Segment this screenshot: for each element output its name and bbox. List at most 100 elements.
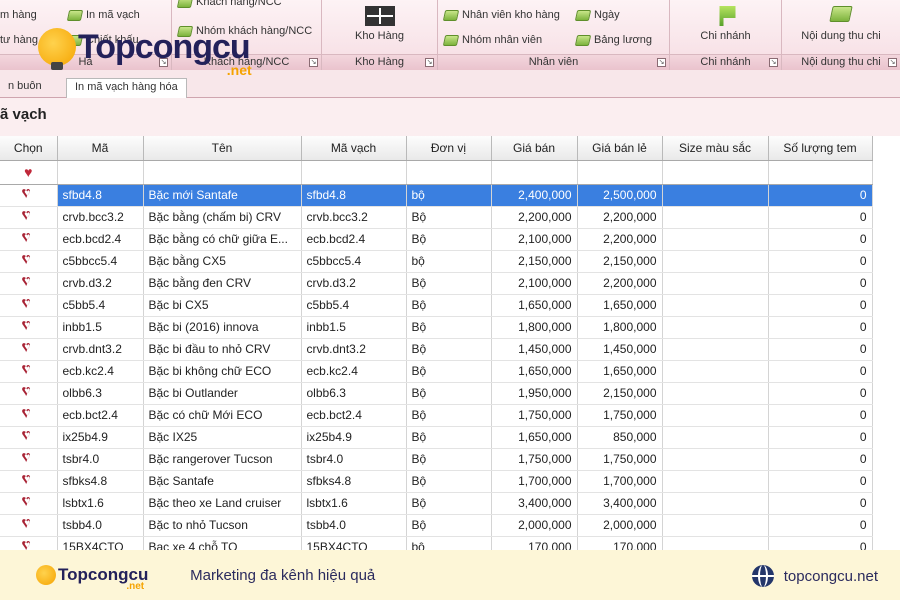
table-row[interactable]: ecb.bcd2.4Bặc bằng có chữ giữa E...ecb.b… [0, 228, 873, 251]
table-cell[interactable]: 1,700,000 [577, 470, 663, 493]
table-row[interactable]: tsbb4.0Bặc to nhỏ Tucsontsbb4.0Bộ2,000,0… [0, 514, 873, 537]
table-cell[interactable] [662, 448, 769, 471]
table-cell[interactable]: 0 [768, 404, 873, 427]
table-cell[interactable]: 1,950,000 [491, 382, 578, 405]
select-checkbox[interactable] [0, 492, 58, 515]
table-cell[interactable]: 2,000,000 [577, 514, 663, 537]
table-cell[interactable]: tsbb4.0 [301, 514, 407, 537]
table-cell[interactable] [662, 316, 769, 339]
table-cell[interactable]: 2,150,000 [577, 382, 663, 405]
ribbon-item-tu-hang[interactable]: tư hàng [0, 34, 38, 46]
print-barcode-button[interactable]: In mã vạch [66, 9, 140, 21]
table-cell[interactable]: Bặc theo xe Land cruiser [143, 492, 302, 515]
table-cell[interactable]: ecb.kc2.4 [301, 360, 407, 383]
table-cell[interactable] [662, 228, 769, 251]
table-cell[interactable]: Bặc bi Outlander [143, 382, 302, 405]
table-cell[interactable]: c5bb5.4 [57, 294, 144, 317]
select-checkbox[interactable] [0, 470, 58, 493]
table-cell[interactable]: 0 [768, 294, 873, 317]
table-cell[interactable]: crvb.d3.2 [57, 272, 144, 295]
table-cell[interactable]: Bặc có chữ Mới ECO [143, 404, 302, 427]
table-cell[interactable]: 1,750,000 [491, 404, 578, 427]
table-cell[interactable]: 3,400,000 [491, 492, 578, 515]
table-cell[interactable]: sfbks4.8 [301, 470, 407, 493]
table-cell[interactable] [662, 294, 769, 317]
table-cell[interactable]: Bặc bi không chữ ECO [143, 360, 302, 383]
table-cell[interactable]: 15BX4CTO [301, 536, 407, 550]
select-checkbox[interactable] [0, 206, 58, 229]
table-cell[interactable]: Bộ [406, 272, 492, 295]
table-cell[interactable]: Bộ [406, 426, 492, 449]
column-header[interactable]: Đơn vị [406, 136, 492, 161]
table-cell[interactable]: 2,000,000 [491, 514, 578, 537]
table-cell[interactable]: tsbr4.0 [57, 448, 144, 471]
table-cell[interactable]: 2,150,000 [577, 250, 663, 273]
table-cell[interactable]: sfbd4.8 [57, 184, 144, 207]
income-expense-button[interactable]: Nội dung thu chi [782, 6, 900, 42]
table-cell[interactable]: Bặc bằng có chữ giữa E... [143, 228, 302, 251]
filter-cell[interactable] [143, 160, 302, 185]
table-cell[interactable]: Bặc mới Santafe [143, 184, 302, 207]
table-cell[interactable]: 1,650,000 [577, 294, 663, 317]
table-cell[interactable]: crvb.d3.2 [301, 272, 407, 295]
branch-button[interactable]: Chi nhánh [670, 6, 781, 42]
select-checkbox[interactable] [0, 184, 58, 207]
table-cell[interactable]: Bộ [406, 514, 492, 537]
table-cell[interactable]: Bộ [406, 404, 492, 427]
table-cell[interactable]: Bặc IX25 [143, 426, 302, 449]
table-cell[interactable]: 2,500,000 [577, 184, 663, 207]
table-cell[interactable]: bộ [406, 184, 492, 207]
table-row[interactable]: olbb6.3Bặc bi Outlanderolbb6.3Bộ1,950,00… [0, 382, 873, 405]
staff-group-button[interactable]: Nhóm nhân viên [442, 34, 542, 46]
table-cell[interactable]: 0 [768, 228, 873, 251]
table-row[interactable]: crvb.bcc3.2Bặc bằng (chấm bi) CRVcrvb.bc… [0, 206, 873, 229]
expand-icon[interactable]: ↘ [888, 58, 897, 67]
table-cell[interactable]: 0 [768, 470, 873, 493]
website-link[interactable]: topcongcu.net [751, 565, 878, 587]
select-checkbox[interactable] [0, 316, 58, 339]
table-cell[interactable]: Bộ [406, 382, 492, 405]
select-checkbox[interactable] [0, 250, 58, 273]
table-row[interactable]: ix25b4.9Bặc IX25ix25b4.9Bộ1,650,000850,0… [0, 426, 873, 449]
table-cell[interactable]: Bặc bi (2016) innova [143, 316, 302, 339]
table-row[interactable]: lsbtx1.6Bặc theo xe Land cruiserlsbtx1.6… [0, 492, 873, 515]
warehouse-button[interactable]: Kho Hàng [322, 6, 437, 42]
table-cell[interactable]: crvb.dnt3.2 [57, 338, 144, 361]
table-cell[interactable] [662, 404, 769, 427]
table-cell[interactable]: 1,450,000 [577, 338, 663, 361]
table-cell[interactable] [662, 360, 769, 383]
table-cell[interactable]: inbb1.5 [57, 316, 144, 339]
table-cell[interactable]: Bặc bi CX5 [143, 294, 302, 317]
table-cell[interactable]: 0 [768, 514, 873, 537]
table-cell[interactable]: c5bbcc5.4 [57, 250, 144, 273]
table-cell[interactable]: 170,000 [491, 536, 578, 550]
table-cell[interactable]: ecb.bcd2.4 [57, 228, 144, 251]
table-cell[interactable]: Bộ [406, 470, 492, 493]
table-cell[interactable]: Bặc to nhỏ Tucson [143, 514, 302, 537]
select-all-cell[interactable]: ♥ [0, 160, 58, 185]
tab-wholesale[interactable]: n buôn [0, 78, 50, 98]
table-cell[interactable]: 0 [768, 360, 873, 383]
expand-icon[interactable]: ↘ [657, 58, 666, 67]
table-cell[interactable] [662, 184, 769, 207]
table-cell[interactable]: 0 [768, 338, 873, 361]
table-row[interactable]: 15BX4CTOBạc xe 4 chỗ TO15BX4CTObộ170,000… [0, 536, 873, 550]
table-cell[interactable]: 1,650,000 [491, 360, 578, 383]
expand-icon[interactable]: ↘ [425, 58, 434, 67]
day-button[interactable]: Ngày [574, 9, 620, 21]
table-cell[interactable]: c5bbcc5.4 [301, 250, 407, 273]
expand-icon[interactable]: ↘ [769, 58, 778, 67]
table-cell[interactable]: 2,200,000 [577, 272, 663, 295]
table-cell[interactable] [662, 426, 769, 449]
table-cell[interactable]: 2,200,000 [491, 206, 578, 229]
filter-cell[interactable] [662, 160, 769, 185]
table-cell[interactable]: 0 [768, 316, 873, 339]
table-cell[interactable]: crvb.bcc3.2 [57, 206, 144, 229]
table-cell[interactable]: Bộ [406, 294, 492, 317]
filter-cell[interactable] [57, 160, 144, 185]
table-cell[interactable]: 1,700,000 [491, 470, 578, 493]
table-cell[interactable]: tsbr4.0 [301, 448, 407, 471]
table-cell[interactable]: 0 [768, 272, 873, 295]
table-row[interactable]: sfbd4.8Bặc mới Santafesfbd4.8bộ2,400,000… [0, 184, 873, 207]
table-cell[interactable]: 0 [768, 184, 873, 207]
